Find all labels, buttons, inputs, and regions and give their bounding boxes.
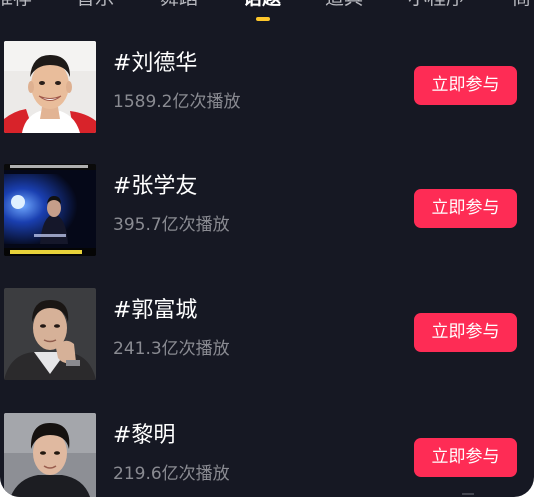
scroll-indicator <box>462 493 474 495</box>
topic-list-screen: 推荐 音乐 舞蹈 话题 道具 小程序 商 <box>0 0 534 497</box>
topic-play-count: 1589.2亿次播放 <box>113 92 241 112</box>
tab-shop[interactable]: 商 <box>512 0 531 10</box>
tab-music[interactable]: 音乐 <box>76 0 114 10</box>
join-topic-button[interactable]: 立即参与 <box>414 438 517 477</box>
topic-thumbnail <box>4 164 96 256</box>
tab-props[interactable]: 道具 <box>325 0 363 10</box>
topic-play-count: 241.3亿次播放 <box>113 339 230 359</box>
topic-name: #郭富城 <box>113 298 198 323</box>
topic-name: #张学友 <box>113 174 198 199</box>
topic-thumbnail <box>4 41 96 133</box>
tab-dance[interactable]: 舞蹈 <box>160 0 198 10</box>
tab-mini-program[interactable]: 小程序 <box>408 0 465 10</box>
join-topic-button[interactable]: 立即参与 <box>414 313 517 352</box>
topic-row[interactable]: #张学友 395.7亿次播放 立即参与 <box>0 164 534 260</box>
topic-play-count: 395.7亿次播放 <box>113 215 230 235</box>
topic-row[interactable]: #刘德华 1589.2亿次播放 立即参与 <box>0 41 534 137</box>
topic-row[interactable]: #黎明 219.6亿次播放 立即参与 <box>0 413 534 497</box>
tab-topics[interactable]: 话题 <box>243 0 281 10</box>
join-topic-button[interactable]: 立即参与 <box>414 189 517 228</box>
active-tab-indicator <box>256 17 270 21</box>
topic-thumbnail <box>4 413 96 497</box>
topic-thumbnail <box>4 288 96 380</box>
topic-row[interactable]: #郭富城 241.3亿次播放 立即参与 <box>0 288 534 384</box>
tab-recommend[interactable]: 推荐 <box>0 0 32 10</box>
category-tab-bar: 推荐 音乐 舞蹈 话题 道具 小程序 商 <box>0 0 534 30</box>
topic-name: #黎明 <box>113 423 176 448</box>
join-topic-button[interactable]: 立即参与 <box>414 66 517 105</box>
topic-name: #刘德华 <box>113 51 198 76</box>
topic-play-count: 219.6亿次播放 <box>113 464 230 484</box>
